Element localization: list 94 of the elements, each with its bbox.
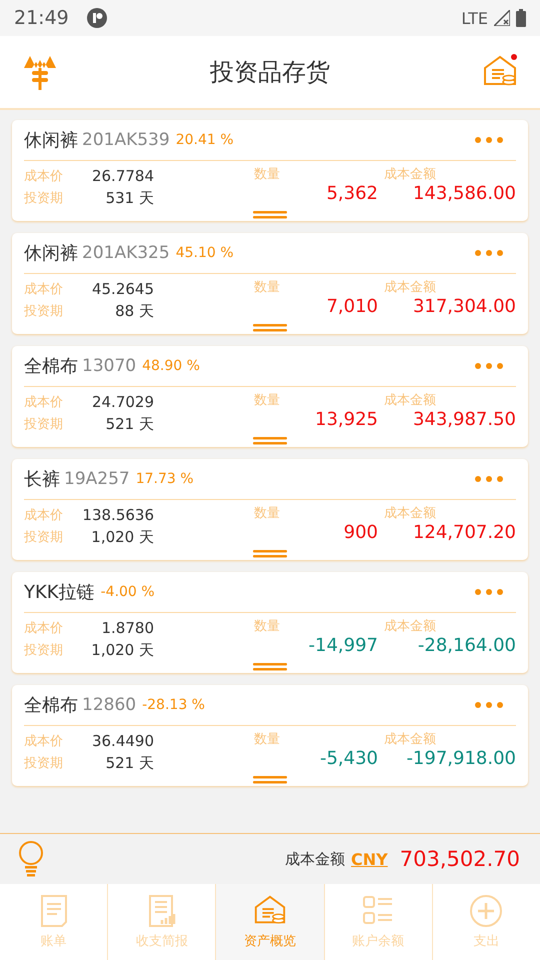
quantity: -14,997 — [308, 635, 378, 656]
quantity: 7,010 — [325, 296, 378, 317]
expand-handle-icon[interactable] — [253, 663, 287, 671]
item-code: 12860 — [82, 695, 136, 715]
item-name: 全棉布 — [24, 694, 78, 717]
logo-icon[interactable] — [22, 54, 58, 90]
item-card[interactable]: 长裤 19A257 17.73 % 成本价 138.5636 投资期 1,020 天 数量 900 成本金额 124,707.20 — [12, 459, 528, 560]
field-label: 成本价 — [24, 620, 63, 637]
expand-handle-icon[interactable] — [253, 437, 287, 445]
return-percent: -28.13 % — [142, 697, 205, 713]
holding-period: 1,020 天 — [91, 528, 154, 546]
item-card[interactable]: YKK拉链 -4.00 % 成本价 1.8780 投资期 1,020 天 数量 -14,997 成本金额 -28,164.00 — [12, 572, 528, 673]
field-label: 成本金额 — [384, 731, 437, 748]
item-name: 长裤 — [24, 468, 60, 491]
expand-handle-icon[interactable] — [253, 550, 287, 558]
item-name: YKK拉链 — [24, 581, 95, 604]
field-label: 数量 — [254, 618, 281, 635]
quantity: 900 — [342, 522, 378, 543]
page-title: 投资品存货 — [210, 57, 330, 88]
field-label: 成本金额 — [384, 279, 437, 296]
quantity: 13,925 — [314, 409, 378, 430]
field-label: 成本金额 — [384, 618, 437, 635]
more-icon[interactable] — [474, 475, 504, 483]
field-label: 数量 — [254, 279, 281, 296]
status-time: 21:49 — [14, 7, 69, 29]
holding-period: 1,020 天 — [91, 640, 154, 660]
return-percent: 45.10 % — [176, 245, 234, 261]
cost-amount: -197,918.00 — [405, 748, 516, 769]
item-name: 休闲裤 — [24, 129, 78, 152]
return-percent: 17.73 % — [136, 471, 194, 487]
quantity: 5,362 — [325, 183, 378, 204]
lightbulb-icon[interactable] — [18, 841, 44, 877]
item-card[interactable]: 休闲裤 201AK539 20.41 % 成本价 26.7784 投资期 531 天 数量 5,362 成本金额 143,586.00 — [12, 120, 528, 221]
cost-price: 45.2645 — [92, 280, 154, 298]
item-code: 201AK539 — [82, 130, 170, 150]
item-name: 休闲裤 — [24, 242, 78, 265]
battery-icon — [516, 9, 526, 27]
field-label: 投资期 — [24, 755, 63, 772]
cost-price: 1.8780 — [102, 619, 154, 637]
more-icon[interactable] — [474, 588, 504, 596]
add-icon — [469, 894, 504, 928]
more-icon[interactable] — [474, 362, 504, 370]
item-code: 13070 — [82, 356, 136, 376]
field-label: 成本金额 — [384, 392, 437, 409]
cost-price: 36.4490 — [92, 732, 154, 750]
cost-amount: 143,586.00 — [412, 183, 516, 204]
field-label: 数量 — [254, 731, 281, 748]
expand-handle-icon[interactable] — [253, 776, 287, 784]
field-label: 数量 — [254, 166, 281, 183]
item-card[interactable]: 全棉布 12860 -28.13 % 成本价 36.4490 投资期 521 天 数量 -5,430 成本金额 -197,918.00 — [12, 685, 528, 786]
holding-period: 521 天 — [106, 414, 154, 434]
field-label: 数量 — [254, 505, 281, 522]
network-label: LTE — [461, 8, 488, 28]
more-icon[interactable] — [474, 701, 504, 709]
return-percent: 20.41 % — [176, 132, 234, 148]
holding-period: 521 天 — [106, 754, 154, 772]
holding-period: 88 天 — [115, 302, 154, 320]
field-label: 成本金额 — [384, 166, 437, 183]
field-label: 数量 — [254, 392, 281, 409]
cost-price: 138.5636 — [82, 506, 154, 524]
field-label: 投资期 — [24, 303, 63, 320]
expand-handle-icon[interactable] — [253, 324, 287, 332]
cost-price: 26.7784 — [92, 167, 154, 185]
field-label: 成本价 — [24, 733, 63, 750]
cost-amount: 124,707.20 — [412, 522, 516, 543]
total-label: 成本金额 — [285, 850, 346, 868]
cost-amount: -28,164.00 — [416, 635, 516, 656]
item-card[interactable]: 休闲裤 201AK325 45.10 % 成本价 45.2645 投资期 88 天 数量 7,010 成本金额 317,304.00 — [12, 233, 528, 334]
field-label: 成本价 — [24, 394, 63, 411]
item-name: 全棉布 — [24, 355, 78, 378]
field-label: 成本价 — [24, 281, 63, 298]
field-label: 投资期 — [24, 190, 63, 207]
expand-handle-icon[interactable] — [253, 211, 287, 219]
return-percent: -4.00 % — [100, 584, 155, 600]
more-icon[interactable] — [474, 136, 504, 144]
signal-icon — [494, 10, 510, 26]
field-label: 成本金额 — [384, 505, 437, 522]
item-card[interactable]: 全棉布 13070 48.90 % 成本价 24.7029 投资期 521 天 数量 13,925 成本金额 343,987.50 — [12, 346, 528, 447]
return-percent: 48.90 % — [142, 358, 200, 374]
cost-price: 24.7029 — [92, 393, 154, 411]
cost-amount: 343,987.50 — [412, 409, 516, 430]
field-label: 投资期 — [24, 529, 63, 546]
cost-amount: 317,304.00 — [412, 296, 516, 317]
quantity: -5,430 — [318, 748, 378, 769]
app-notification-icon — [86, 8, 107, 28]
field-label: 成本价 — [24, 168, 63, 185]
item-code: 19A257 — [64, 469, 130, 489]
field-label: 投资期 — [24, 642, 63, 659]
item-code: 201AK325 — [82, 243, 170, 263]
field-label: 投资期 — [24, 416, 63, 433]
holding-period: 531 天 — [106, 188, 154, 208]
more-icon[interactable] — [474, 249, 504, 257]
field-label: 成本价 — [24, 507, 63, 524]
total-amount: 703,502.70 — [400, 847, 520, 871]
